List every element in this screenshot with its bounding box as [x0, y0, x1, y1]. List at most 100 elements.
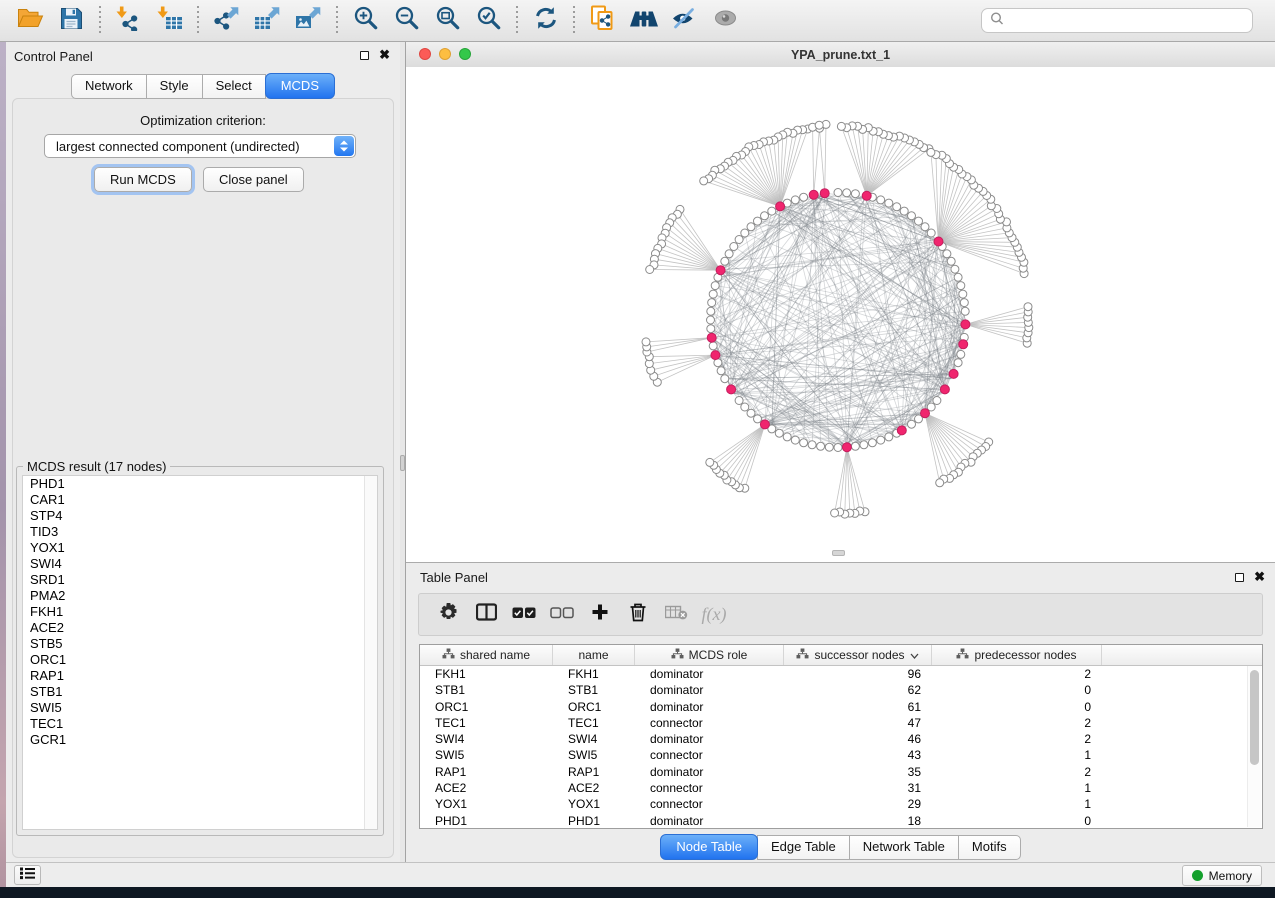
- column-header-shared-name[interactable]: shared name: [420, 645, 553, 665]
- network-node[interactable]: [711, 282, 719, 290]
- network-node[interactable]: [825, 443, 833, 451]
- table-row[interactable]: FKH1FKH1dominator962: [420, 666, 1262, 682]
- mcds-dominator-node[interactable]: [842, 443, 851, 452]
- close-table-panel-icon[interactable]: ✖: [1254, 572, 1265, 582]
- mcds-result-item[interactable]: STB1: [23, 684, 377, 700]
- network-node[interactable]: [908, 212, 916, 220]
- table-cell[interactable]: 1: [932, 796, 1102, 812]
- table-cell[interactable]: 29: [784, 796, 932, 812]
- float-table-panel-icon[interactable]: [1235, 573, 1244, 582]
- table-cell[interactable]: 35: [784, 764, 932, 780]
- mcds-dominator-node[interactable]: [961, 320, 970, 329]
- network-node[interactable]: [885, 433, 893, 441]
- satellite-node[interactable]: [831, 509, 839, 517]
- network-view[interactable]: [406, 67, 1275, 562]
- network-node[interactable]: [709, 342, 717, 350]
- mcds-dominator-node[interactable]: [716, 266, 725, 275]
- table-cell[interactable]: ORC1: [553, 699, 635, 715]
- network-node[interactable]: [709, 290, 717, 298]
- table-row[interactable]: ORC1ORC1dominator610: [420, 699, 1262, 715]
- mcds-dominator-node[interactable]: [862, 191, 871, 200]
- network-node[interactable]: [951, 265, 959, 273]
- show-all-button[interactable]: [705, 4, 746, 38]
- share-document-button[interactable]: [582, 4, 623, 38]
- memory-button[interactable]: Memory: [1182, 865, 1262, 886]
- search-network-button[interactable]: [623, 4, 664, 38]
- hide-selected-button[interactable]: [664, 4, 705, 38]
- network-node[interactable]: [959, 290, 967, 298]
- table-cell[interactable]: connector: [635, 747, 784, 763]
- network-node[interactable]: [721, 257, 729, 265]
- column-header-name[interactable]: name: [553, 645, 635, 665]
- network-node[interactable]: [747, 409, 755, 417]
- table-cell[interactable]: ACE2: [553, 780, 635, 796]
- table-cell[interactable]: 18: [784, 813, 932, 829]
- optimization-dropdown[interactable]: largest connected component (undirected): [44, 134, 356, 158]
- select-all-button[interactable]: [505, 599, 543, 631]
- table-cell[interactable]: SWI5: [553, 747, 635, 763]
- mcds-dominator-node[interactable]: [727, 385, 736, 394]
- table-cell[interactable]: 96: [784, 666, 932, 682]
- table-cell[interactable]: STB1: [420, 682, 553, 698]
- table-cell[interactable]: YOX1: [553, 796, 635, 812]
- delete-table-button[interactable]: [657, 599, 695, 631]
- column-header-predecessor-nodes[interactable]: predecessor nodes: [932, 645, 1102, 665]
- tab-style[interactable]: Style: [146, 74, 203, 99]
- network-node[interactable]: [800, 193, 808, 201]
- zoom-out-button[interactable]: [386, 4, 427, 38]
- table-cell[interactable]: TEC1: [420, 715, 553, 731]
- splitter-grip[interactable]: [400, 455, 405, 471]
- network-node[interactable]: [707, 325, 715, 333]
- network-node[interactable]: [725, 250, 733, 258]
- network-node[interactable]: [721, 375, 729, 383]
- network-node[interactable]: [791, 196, 799, 204]
- mcds-result-item[interactable]: SRD1: [23, 572, 377, 588]
- table-cell[interactable]: 2: [932, 666, 1102, 682]
- table-cell[interactable]: 2: [932, 764, 1102, 780]
- network-node[interactable]: [741, 229, 749, 237]
- mcds-result-item[interactable]: STP4: [23, 508, 377, 524]
- table-cell[interactable]: dominator: [635, 731, 784, 747]
- network-node[interactable]: [707, 316, 715, 324]
- table-cell[interactable]: dominator: [635, 666, 784, 682]
- gear-button[interactable]: [429, 599, 467, 631]
- mcds-result-item[interactable]: TEC1: [23, 716, 377, 732]
- satellite-node[interactable]: [646, 266, 654, 274]
- satellite-node[interactable]: [1024, 303, 1032, 311]
- mcds-dominator-node[interactable]: [959, 340, 968, 349]
- table-row[interactable]: ACE2ACE2connector311: [420, 780, 1262, 796]
- table-cell[interactable]: SWI4: [420, 731, 553, 747]
- mcds-result-item[interactable]: SWI5: [23, 700, 377, 716]
- tab-edge-table[interactable]: Edge Table: [757, 835, 850, 860]
- network-node[interactable]: [808, 441, 816, 449]
- mcds-result-item[interactable]: ACE2: [23, 620, 377, 636]
- run-mcds-button[interactable]: Run MCDS: [94, 167, 192, 192]
- network-node[interactable]: [730, 243, 738, 251]
- add-button[interactable]: [581, 599, 619, 631]
- table-cell[interactable]: SWI5: [420, 747, 553, 763]
- network-node[interactable]: [900, 207, 908, 215]
- network-node[interactable]: [741, 403, 749, 411]
- table-cell[interactable]: 2: [932, 731, 1102, 747]
- satellite-node[interactable]: [700, 177, 708, 185]
- table-cell[interactable]: connector: [635, 715, 784, 731]
- tab-motifs[interactable]: Motifs: [958, 835, 1021, 860]
- network-node[interactable]: [860, 441, 868, 449]
- float-panel-icon[interactable]: [360, 51, 369, 60]
- delete-button[interactable]: [619, 599, 657, 631]
- columns-button[interactable]: [467, 599, 505, 631]
- network-node[interactable]: [947, 257, 955, 265]
- network-node[interactable]: [768, 207, 776, 215]
- network-node[interactable]: [735, 397, 743, 405]
- table-cell[interactable]: connector: [635, 796, 784, 812]
- table-cell[interactable]: 47: [784, 715, 932, 731]
- table-cell[interactable]: 0: [932, 682, 1102, 698]
- show-panels-button[interactable]: [14, 865, 41, 885]
- mcds-result-item[interactable]: CAR1: [23, 492, 377, 508]
- export-network-button[interactable]: [206, 4, 247, 38]
- table-cell[interactable]: STB1: [553, 682, 635, 698]
- network-node[interactable]: [735, 236, 743, 244]
- table-cell[interactable]: 0: [932, 813, 1102, 829]
- network-node[interactable]: [843, 189, 851, 197]
- tab-node-table[interactable]: Node Table: [660, 834, 758, 860]
